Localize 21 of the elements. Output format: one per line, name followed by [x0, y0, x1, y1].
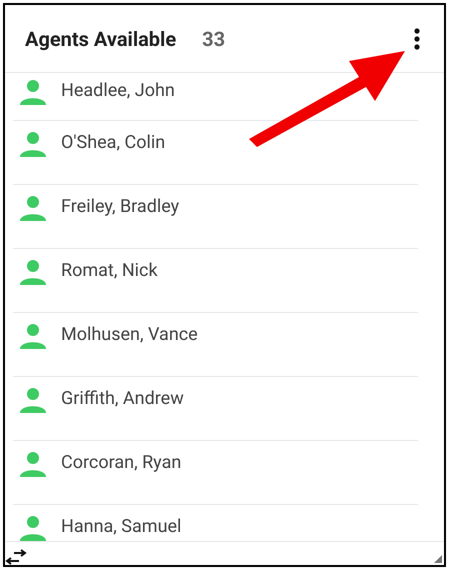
person-icon: [19, 451, 47, 477]
panel-title: Agents Available: [25, 26, 176, 52]
person-icon: [19, 515, 47, 541]
person-icon: [19, 387, 47, 413]
more-icon[interactable]: [414, 28, 420, 50]
person-icon: [19, 195, 47, 221]
agent-name[interactable]: Molhusen, Vance: [61, 323, 198, 347]
agent-name[interactable]: Romat, Nick: [61, 259, 158, 283]
agent-name[interactable]: Corcoran, Ryan: [61, 451, 182, 475]
person-icon: [19, 131, 47, 157]
person-icon: [19, 79, 47, 105]
resize-grip-icon[interactable]: [434, 555, 442, 563]
person-icon: [19, 259, 47, 285]
person-icon: [19, 323, 47, 349]
agent-name[interactable]: Griffith, Andrew: [61, 387, 184, 411]
agent-count: 33: [202, 26, 226, 52]
agent-name[interactable]: Headlee, John: [61, 79, 175, 103]
agent-name[interactable]: Freiley, Bradley: [61, 195, 180, 219]
swap-arrows-icon[interactable]: [5, 549, 27, 565]
agent-name[interactable]: O'Shea, Colin: [61, 131, 166, 155]
agent-name[interactable]: Hanna, Samuel: [61, 515, 182, 539]
